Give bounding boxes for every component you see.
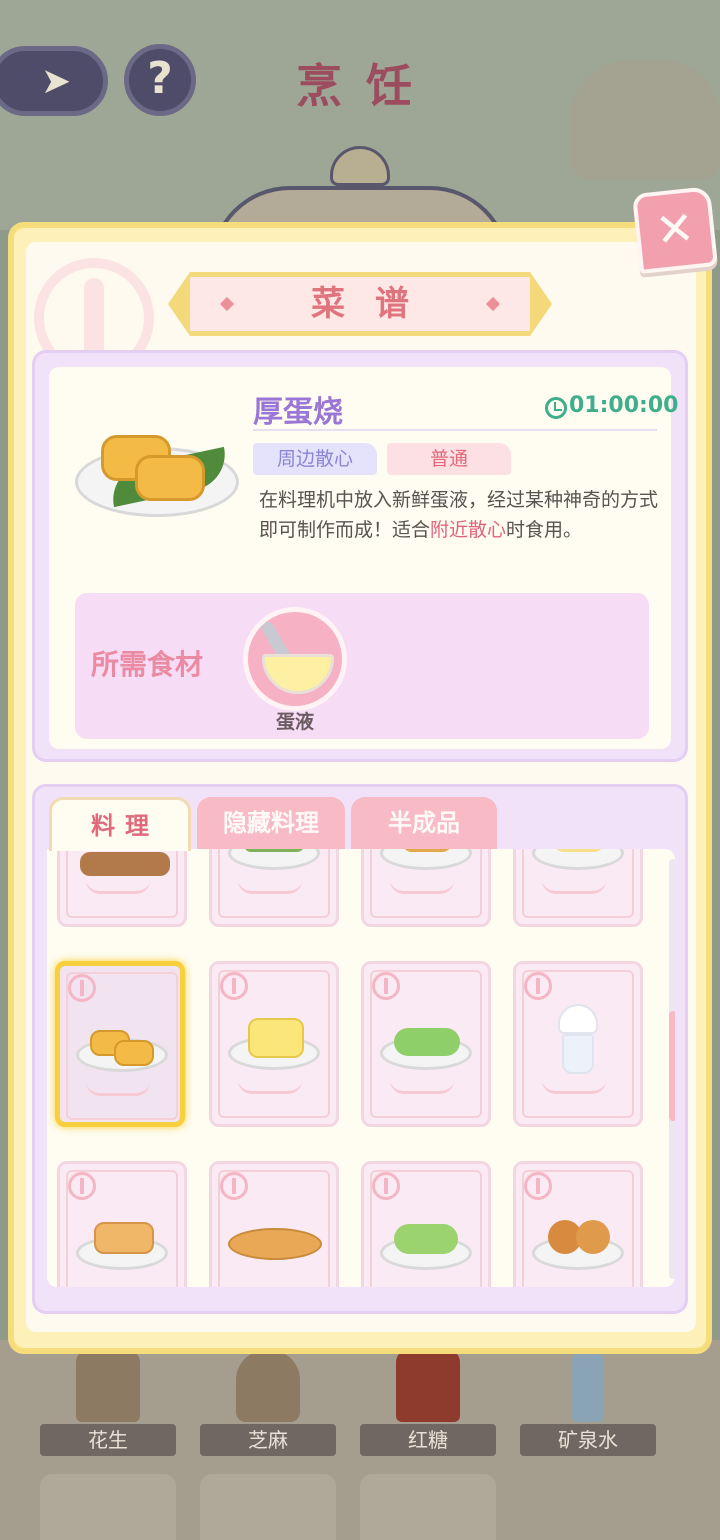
sesame-bag-icon <box>236 1350 300 1422</box>
grill-board-food-icon <box>80 852 170 876</box>
tamagoyaki-roll <box>135 455 205 501</box>
laurel-icon <box>542 1080 606 1094</box>
close-button[interactable]: ✕ <box>632 186 718 274</box>
recipe-grid[interactable] <box>47 849 675 1287</box>
recipe-card-flatbread[interactable] <box>209 1161 339 1287</box>
category-badge: 周边散心 <box>253 443 377 475</box>
fork-spoon-icon <box>220 1172 248 1200</box>
description-highlight: 附近散心 <box>430 519 507 541</box>
inventory-item-label: 花生 <box>40 1424 176 1456</box>
dish-name: 厚蛋烧 <box>253 395 343 430</box>
cook-time: 01:00:00 <box>569 393 679 418</box>
inventory-item[interactable]: 红糖 <box>360 1350 496 1460</box>
water-bottle-icon <box>572 1350 604 1422</box>
recipe-card-grill-board[interactable] <box>57 849 187 927</box>
fork-spoon-icon <box>524 972 552 1000</box>
recipe-card-pancakes[interactable] <box>57 1161 187 1287</box>
recipe-card-tamagoyaki[interactable] <box>55 961 185 1127</box>
recipe-card-pudding[interactable] <box>513 849 643 927</box>
wrap-food-icon <box>394 1224 458 1254</box>
recipe-card-salad[interactable] <box>361 961 491 1127</box>
ingredient-name: 蛋液 <box>275 711 314 733</box>
inventory-item[interactable]: 矿泉水 <box>520 1350 656 1460</box>
divider <box>253 429 657 431</box>
cheese-food-icon <box>248 1018 304 1058</box>
fork-spoon-icon <box>220 972 248 1000</box>
background-header: ➤ ? 烹饪 <box>0 0 720 266</box>
laurel-icon <box>542 880 606 894</box>
back-button[interactable]: ➤ <box>0 46 108 116</box>
pudding-food-icon <box>554 849 604 852</box>
inventory-item[interactable]: 芝麻 <box>200 1350 336 1460</box>
inventory-item-label: 芝麻 <box>200 1424 336 1456</box>
tamagoyaki-food-icon <box>114 1040 154 1066</box>
ingredients-section: 所需食材 蛋液 <box>75 593 649 739</box>
recipe-card-burger[interactable] <box>361 849 491 927</box>
grade-badge: 普通 <box>387 443 511 475</box>
dish-description: 在料理机中放入新鲜蛋液，经过某种神奇的方式即可制作而成！适合附近散心时食用。 <box>259 485 659 545</box>
laurel-icon <box>390 880 454 894</box>
inventory-item[interactable]: 花生 <box>40 1350 176 1460</box>
help-button[interactable]: ? <box>124 44 196 116</box>
back-arrow-icon: ➤ <box>41 61 72 102</box>
tab-semi-finished[interactable]: 半成品 <box>351 797 497 851</box>
recipe-card-wrap[interactable] <box>361 1161 491 1287</box>
scrollbar-thumb[interactable] <box>669 1011 675 1121</box>
peanut-bag-icon <box>76 1350 140 1422</box>
teapot-decoration <box>570 60 720 180</box>
laurel-icon <box>390 1080 454 1094</box>
description-text-end: 时食用。 <box>506 519 583 541</box>
burger-food-icon <box>402 849 452 852</box>
egg-bowl-icon <box>262 654 334 694</box>
inventory-item[interactable] <box>360 1474 496 1540</box>
recipe-card-skewers[interactable] <box>209 849 339 927</box>
inventory-item-label: 红糖 <box>360 1424 496 1456</box>
laurel-icon <box>86 880 150 894</box>
screen-title: 烹饪 <box>296 59 436 113</box>
fork-spoon-icon <box>372 972 400 1000</box>
recipe-detail-card: 厚蛋烧 01:00:00 周边散心 普通 在料理机中放入新鲜蛋液，经过某种神奇的… <box>32 350 688 762</box>
recipe-list-panel: 料理 隐藏料理 半成品 <box>32 784 688 1314</box>
inventory-item[interactable] <box>40 1474 176 1540</box>
fork-spoon-icon <box>68 1172 96 1200</box>
skewer-food-icon <box>244 849 304 852</box>
brown-sugar-bag-icon <box>396 1350 460 1422</box>
recipe-title: 菜谱 <box>311 284 439 324</box>
recipe-card-ice-cream[interactable] <box>513 961 643 1127</box>
recipe-detail-body: 厚蛋烧 01:00:00 周边散心 普通 在料理机中放入新鲜蛋液，经过某种神奇的… <box>49 367 678 749</box>
clock-icon <box>545 397 567 419</box>
inventory-item-label: 矿泉水 <box>520 1424 656 1456</box>
salad-food-icon <box>394 1028 460 1056</box>
laurel-icon <box>238 880 302 894</box>
laurel-icon <box>238 1080 302 1094</box>
bun-food-icon <box>576 1220 610 1254</box>
tab-dishes[interactable]: 料理 <box>49 797 191 851</box>
glass-cup-icon <box>562 1034 594 1074</box>
ingredient-egg-liquid[interactable] <box>243 607 347 711</box>
recipe-card-cheese[interactable] <box>209 961 339 1127</box>
close-icon: ✕ <box>652 200 697 258</box>
fork-spoon-icon <box>68 974 96 1002</box>
inventory-item[interactable] <box>200 1474 336 1540</box>
ingredients-label: 所需食材 <box>91 648 204 681</box>
pancake-food-icon <box>94 1222 154 1254</box>
fork-spoon-icon <box>372 1172 400 1200</box>
recipe-title-banner: 菜谱 <box>168 272 552 336</box>
laurel-icon <box>86 1082 150 1096</box>
recipe-card-buns[interactable] <box>513 1161 643 1287</box>
pot-lid-decoration <box>330 146 390 186</box>
flatbread-food-icon <box>228 1228 322 1260</box>
tab-hidden-dishes[interactable]: 隐藏料理 <box>197 797 345 851</box>
fork-spoon-icon <box>524 1172 552 1200</box>
